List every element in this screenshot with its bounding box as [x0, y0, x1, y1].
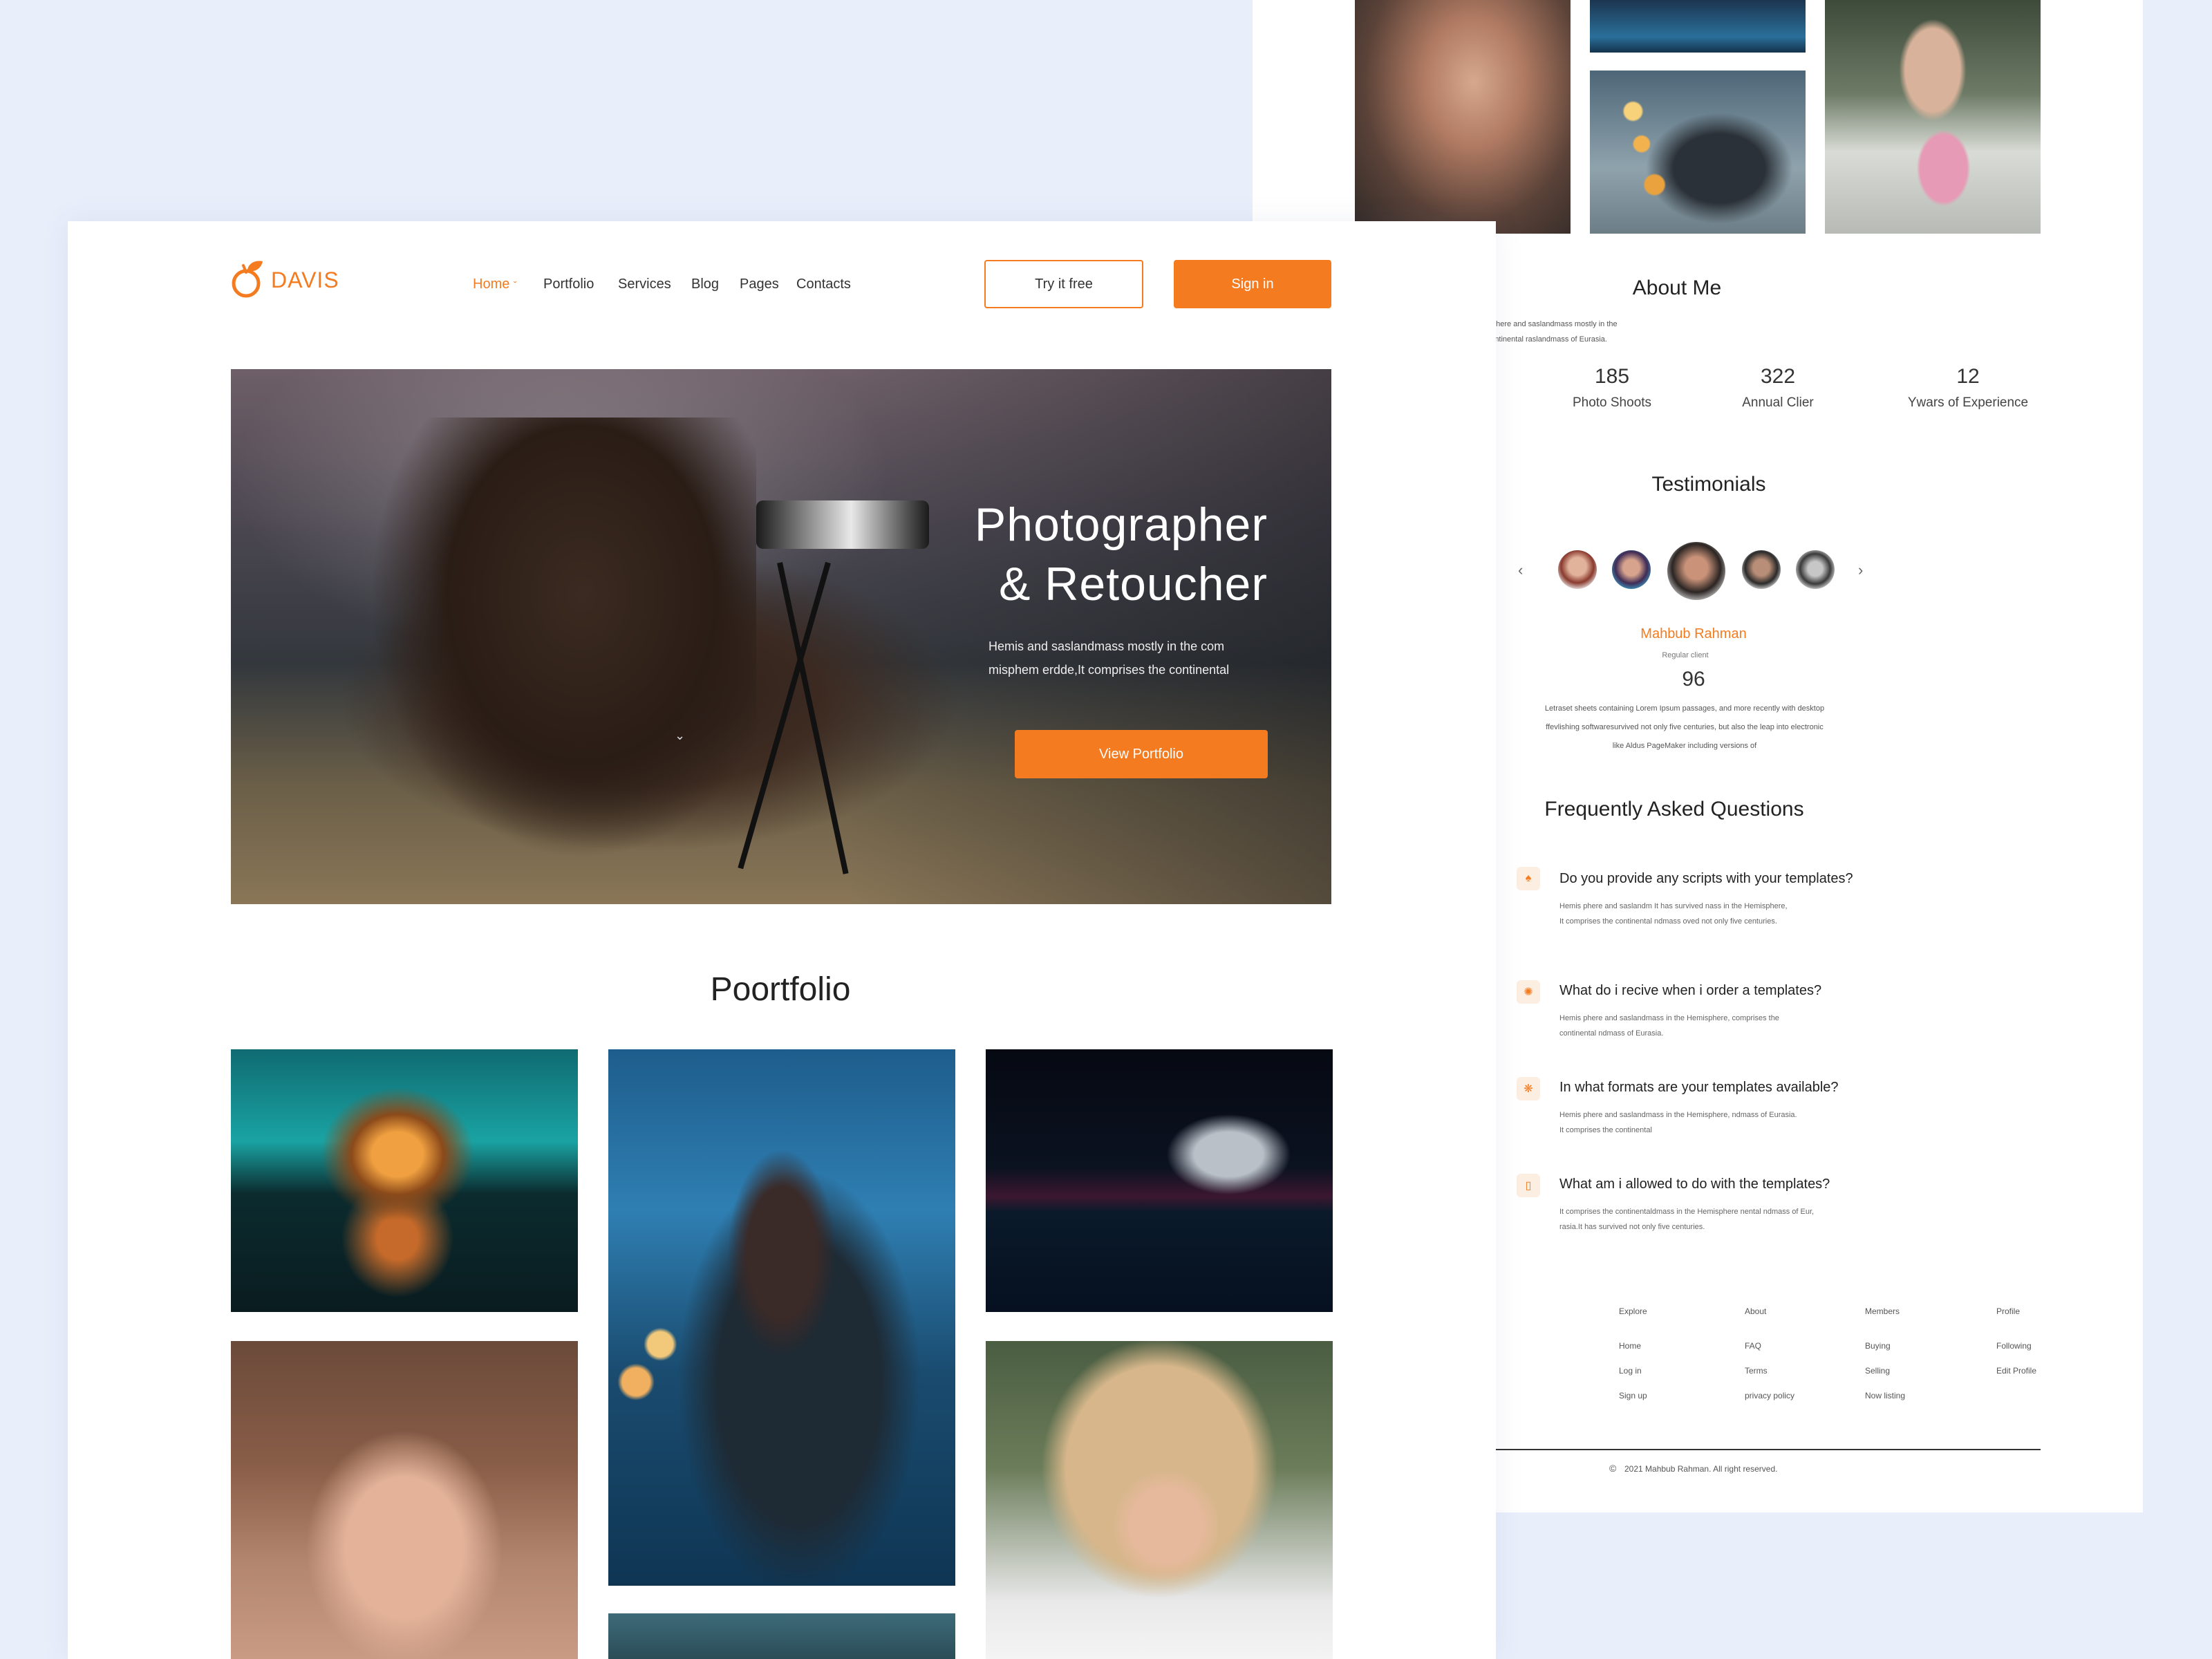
- footer-link[interactable]: Log in: [1619, 1366, 1642, 1376]
- portfolio-title: Poortfolio: [710, 971, 851, 1008]
- faq-answer-line: It comprises the continentaldmass in the…: [1559, 1208, 1815, 1216]
- chevron-down-icon: ˇ: [513, 279, 517, 290]
- footer-heading: Members: [1865, 1306, 1900, 1316]
- testimonial-avatar-active[interactable]: [1667, 542, 1725, 600]
- hero-title: Photographer & Retoucher: [975, 495, 1268, 614]
- footer-link[interactable]: Now listing: [1865, 1391, 1905, 1400]
- footer-link[interactable]: Home: [1619, 1341, 1641, 1351]
- testimonial-text: Letraset sheets containing Lorem Ipsum p…: [1488, 700, 1882, 756]
- gallery-photo-woman-lights[interactable]: [1590, 71, 1806, 234]
- faq-answer-line: Hemis phere and saslandm It has survived…: [1559, 902, 1788, 910]
- testimonial-avatar[interactable]: [1742, 550, 1781, 589]
- stat-annual-clients: 322 Annual Clier: [1716, 365, 1840, 411]
- nav-item-pages[interactable]: Pages: [740, 276, 779, 292]
- portfolio-photo-palace-night[interactable]: [231, 1049, 578, 1312]
- portfolio-photo-woman-camera[interactable]: [608, 1049, 955, 1586]
- chevron-left-icon[interactable]: ‹: [1518, 561, 1523, 579]
- stat-value: 322: [1760, 365, 1796, 388]
- nav-item-contacts[interactable]: Contacts: [796, 276, 851, 292]
- nav-label: Home: [473, 276, 510, 292]
- stat-value: 12: [1956, 365, 1980, 388]
- faq-answer-line: Hemis phere and saslandmass in the Hemis…: [1559, 1111, 1797, 1119]
- view-portfolio-button[interactable]: View Portfolio: [1015, 730, 1268, 778]
- hero-title-line2: & Retoucher: [999, 558, 1268, 610]
- gear-icon: ✺: [1517, 980, 1540, 1004]
- faq-question[interactable]: What am i allowed to do with the templat…: [1559, 1177, 1830, 1192]
- portfolio-photo-city-dome[interactable]: [986, 1049, 1333, 1312]
- sign-in-button[interactable]: Sign in: [1174, 260, 1331, 308]
- user-icon: ♠: [1517, 867, 1540, 890]
- try-free-button[interactable]: Try it free: [984, 260, 1143, 308]
- footer-link[interactable]: Edit Profile: [1996, 1366, 2036, 1376]
- portfolio-photo-woman-closeup[interactable]: [231, 1341, 578, 1659]
- leaf-logo-icon: [232, 261, 263, 298]
- testimonial-avatar[interactable]: [1796, 550, 1835, 589]
- footer-link[interactable]: Terms: [1745, 1366, 1768, 1376]
- chevron-right-icon[interactable]: ›: [1858, 561, 1863, 579]
- hero-banner: Photographer & Retoucher Hemis and sasla…: [231, 369, 1331, 904]
- footer-link[interactable]: Selling: [1865, 1366, 1890, 1376]
- scroll-down-icon[interactable]: ⌄: [675, 729, 685, 743]
- testimonial-avatar[interactable]: [1558, 550, 1597, 589]
- testimonial-text-line1: Letraset sheets containing Lorem Ipsum p…: [1544, 704, 1825, 713]
- gallery-photo-woman-portrait[interactable]: [1355, 0, 1571, 234]
- portfolio-photo-blue-street[interactable]: [608, 1613, 955, 1659]
- footer-link[interactable]: Following: [1996, 1341, 2032, 1351]
- faq-answer: Hemis phere and saslandm It has survived…: [1559, 899, 1919, 929]
- footer-heading: Explore: [1619, 1306, 1647, 1316]
- hero-desc-line2: misphem erdde,It comprises the continent…: [988, 663, 1230, 677]
- testimonial-avatar[interactable]: [1612, 550, 1651, 589]
- footer-divider: [1494, 1449, 2041, 1450]
- faq-answer: Hemis phere and saslandmass in the Hemis…: [1559, 1107, 1919, 1138]
- stat-label: Photo Shoots: [1572, 395, 1652, 410]
- testimonial-text-line3: like Aldus PageMaker including versions …: [1612, 742, 1757, 750]
- gallery-photo-woman-lotus[interactable]: [1825, 0, 2041, 234]
- footer-heading: Profile: [1996, 1306, 2021, 1316]
- faq-question[interactable]: In what formats are your templates avail…: [1559, 1080, 1839, 1096]
- faq-answer-line: It comprises the continental: [1559, 1126, 1652, 1134]
- photographer-figure: [369, 418, 756, 860]
- footer-link[interactable]: Buying: [1865, 1341, 1891, 1351]
- stat-label: Ywars of Experience: [1907, 395, 2029, 410]
- copyright-text: 2021 Mahbub Rahman. All right reserved.: [1624, 1464, 1778, 1474]
- footer-link[interactable]: privacy policy: [1745, 1391, 1794, 1400]
- home-page-preview: DAVIS Home ˇ Portfolio Services Blog Pag…: [68, 221, 1496, 1659]
- nav-item-home[interactable]: Home ˇ: [473, 276, 517, 292]
- logo[interactable]: DAVIS: [231, 260, 339, 300]
- nav-item-portfolio[interactable]: Portfolio: [543, 276, 594, 292]
- faq-answer-line: continental ndmass of Eurasia.: [1559, 1029, 1664, 1038]
- faq-answer-line: rasia.It has survived not only five cent…: [1559, 1223, 1705, 1231]
- footer-link[interactable]: FAQ: [1745, 1341, 1761, 1351]
- brand-name: DAVIS: [271, 267, 339, 292]
- gallery-photo-blue-night[interactable]: [1590, 0, 1806, 53]
- hero-title-line1: Photographer: [974, 498, 1268, 551]
- stat-label: Annual Clier: [1742, 395, 1814, 410]
- faq-answer-line: Hemis phere and saslandmass in the Hemis…: [1559, 1014, 1779, 1022]
- stat-value: 185: [1594, 365, 1630, 388]
- footer-heading: About: [1745, 1306, 1767, 1316]
- faq-answer: Hemis phere and saslandmass in the Hemis…: [1559, 1011, 1919, 1041]
- footer-link[interactable]: Sign up: [1619, 1391, 1647, 1400]
- hero-description: Hemis and saslandmass mostly in the com …: [988, 635, 1265, 682]
- nav-item-services[interactable]: Services: [618, 276, 671, 292]
- portfolio-photo-woman-hat[interactable]: [986, 1341, 1333, 1659]
- faq-question[interactable]: Do you provide any scripts with your tem…: [1559, 871, 1853, 887]
- nav-item-blog[interactable]: Blog: [691, 276, 719, 292]
- hero-desc-line1: Hemis and saslandmass mostly in the com: [988, 639, 1225, 653]
- faq-answer: It comprises the continentaldmass in the…: [1559, 1204, 1919, 1235]
- main-nav: Home ˇ Portfolio Services Blog Pages Con…: [473, 276, 915, 297]
- testimonial-text-line2: ffevlishing softwaresurvived not only fi…: [1546, 723, 1824, 731]
- copyright-icon: ©: [1609, 1463, 1617, 1474]
- phone-icon: ▯: [1517, 1174, 1540, 1197]
- loader-icon: ❋: [1517, 1077, 1540, 1100]
- faq-question[interactable]: What do i recive when i order a template…: [1559, 983, 1821, 999]
- stat-years-experience: 12 Ywars of Experience: [1892, 365, 2044, 411]
- stat-photo-shoots: 185 Photo Shoots: [1550, 365, 1674, 411]
- faq-answer-line: It comprises the continental ndmass oved…: [1559, 917, 1777, 926]
